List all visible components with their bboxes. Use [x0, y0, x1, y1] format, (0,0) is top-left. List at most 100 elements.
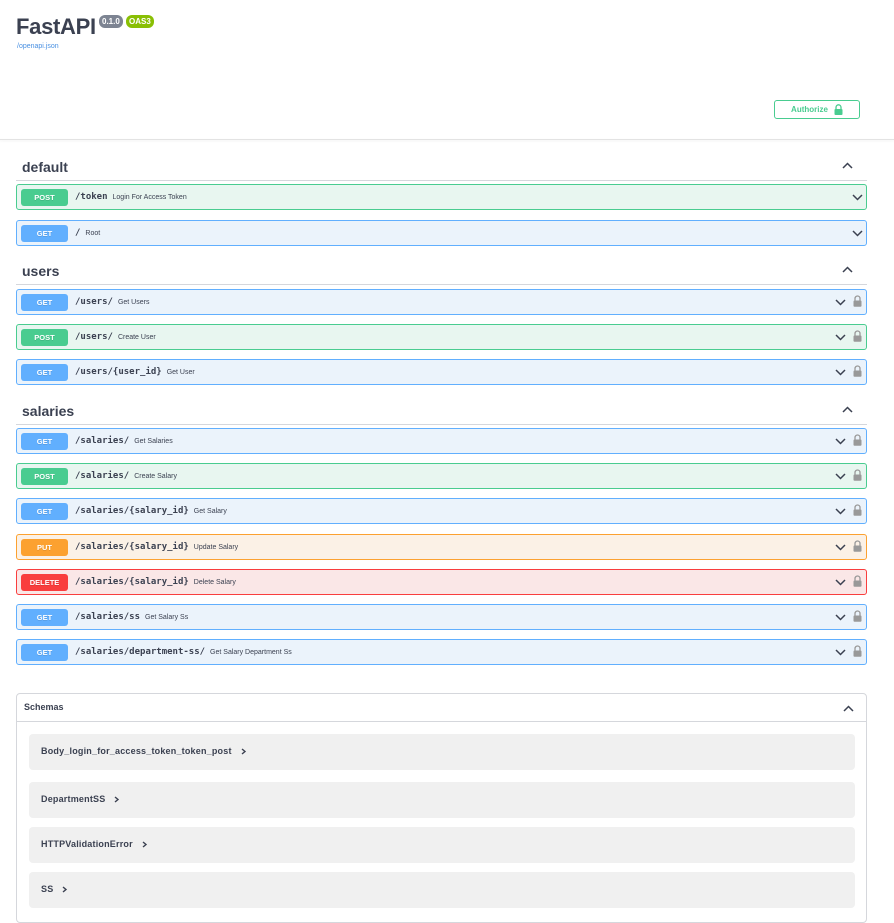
operation-get[interactable]: GET / Root — [16, 220, 867, 246]
method-badge: POST — [21, 189, 68, 206]
header-divider — [0, 139, 894, 140]
chevron-up-icon — [842, 162, 853, 169]
chevron-up-icon — [843, 705, 854, 712]
lock-icon[interactable] — [853, 504, 862, 516]
operation-summary: Get Salaries — [134, 438, 173, 445]
lock-icon — [834, 104, 843, 115]
method-badge: PUT — [21, 539, 68, 556]
chevron-right-icon — [241, 748, 246, 755]
method-badge: GET — [21, 609, 68, 626]
tag-salaries[interactable]: salaries — [16, 396, 867, 425]
operation-post[interactable]: POST/users/Create User — [16, 324, 867, 350]
operation-summary: Get Salary Department Ss — [210, 649, 292, 656]
lock-icon[interactable] — [853, 575, 862, 587]
lock-icon[interactable] — [853, 365, 862, 377]
operation-path: /users/{user_id} Get User — [75, 367, 195, 377]
chevron-down-icon[interactable] — [835, 578, 846, 586]
chevron-down-icon[interactable] — [835, 648, 846, 656]
method-badge: GET — [21, 433, 68, 450]
lock-icon[interactable] — [853, 610, 862, 622]
operation-summary: Get Users — [117, 299, 150, 306]
chevron-down-icon[interactable] — [835, 507, 846, 515]
operation-get[interactable]: GET/salaries/{salary_id} Get Salary — [16, 498, 867, 524]
operation-path: /token Login For Access Token — [75, 192, 187, 202]
schemas-title: Schemas — [24, 702, 64, 712]
operation-summary: Delete Salary — [193, 579, 236, 586]
authorize-label: Authorize — [791, 105, 828, 114]
version-badge: 0.1.0 — [99, 15, 123, 28]
schema-model[interactable]: DepartmentSS — [29, 782, 855, 818]
operation-path: /salaries/{salary_id} Get Salary — [75, 506, 227, 516]
operation-path: /salaries/{salary_id} Update Salary — [75, 542, 239, 552]
operation-post[interactable]: POST/salaries/Create Salary — [16, 463, 867, 489]
chevron-down-icon[interactable] — [835, 368, 846, 376]
schema-model-name: DepartmentSS — [41, 794, 120, 804]
lock-icon[interactable] — [853, 330, 862, 342]
schema-model[interactable]: HTTPValidationError — [29, 827, 855, 863]
lock-icon[interactable] — [853, 434, 862, 446]
operation-summary: Create Salary — [134, 473, 177, 480]
operation-get[interactable]: GET/salaries/department-ss/Get Salary De… — [16, 639, 867, 665]
chevron-down-icon[interactable] — [852, 229, 863, 237]
schema-model-name: SS — [41, 884, 68, 894]
operation-get[interactable]: GET/salaries/ss Get Salary Ss — [16, 604, 867, 630]
operation-path: /salaries/{salary_id} Delete Salary — [75, 577, 236, 587]
chevron-down-icon[interactable] — [835, 472, 846, 480]
chevron-down-icon[interactable] — [835, 333, 846, 341]
chevron-right-icon — [114, 796, 120, 803]
chevron-down-icon[interactable] — [852, 193, 863, 201]
openapi-json-link[interactable]: /openapi.json — [17, 43, 59, 50]
schema-model[interactable]: Body_login_for_access_token_token_post — [29, 734, 855, 770]
operation-summary: Create User — [117, 334, 156, 341]
method-badge: GET — [21, 503, 68, 520]
method-badge: GET — [21, 364, 68, 381]
method-badge: POST — [21, 329, 68, 346]
chevron-up-icon — [842, 266, 853, 273]
operation-post[interactable]: POST/token Login For Access Token — [16, 184, 867, 210]
operation-get[interactable]: GET/salaries/Get Salaries — [16, 428, 867, 454]
api-title: FastAPI — [16, 14, 96, 39]
operation-summary: Login For Access Token — [112, 194, 187, 201]
schema-model-name: HTTPValidationError — [41, 839, 148, 849]
method-badge: DELETE — [21, 574, 68, 591]
tag-default[interactable]: default — [16, 152, 867, 181]
operation-path: / Root — [75, 228, 101, 238]
method-badge: GET — [21, 644, 68, 661]
chevron-down-icon[interactable] — [835, 613, 846, 621]
operation-put[interactable]: PUT/salaries/{salary_id} Update Salary — [16, 534, 867, 560]
chevron-down-icon[interactable] — [835, 437, 846, 445]
method-badge: POST — [21, 468, 68, 485]
operation-path: /salaries/Create Salary — [75, 471, 177, 481]
lock-icon[interactable] — [853, 645, 862, 657]
schema-model[interactable]: SS — [29, 872, 855, 908]
operation-path: /users/Get Users — [75, 297, 150, 307]
chevron-up-icon — [842, 406, 853, 413]
tag-name: users — [22, 263, 60, 279]
chevron-right-icon — [62, 886, 68, 893]
schema-model-name: Body_login_for_access_token_token_post — [41, 746, 247, 756]
lock-icon[interactable] — [853, 540, 862, 552]
operation-delete[interactable]: DELETE/salaries/{salary_id} Delete Salary — [16, 569, 867, 595]
method-badge: GET — [21, 294, 68, 311]
lock-icon[interactable] — [853, 295, 862, 307]
operation-summary: Update Salary — [193, 544, 239, 551]
operation-summary: Get Salary Ss — [145, 614, 189, 621]
operation-summary: Get Salary — [193, 508, 227, 515]
operation-summary: Get User — [166, 369, 195, 376]
oas-badge: OAS3 — [126, 15, 154, 28]
tag-users[interactable]: users — [16, 256, 867, 285]
operation-get[interactable]: GET/users/Get Users — [16, 289, 867, 315]
operation-path: /salaries/ss Get Salary Ss — [75, 612, 189, 622]
operation-path: /salaries/Get Salaries — [75, 436, 173, 446]
operation-get[interactable]: GET/users/{user_id} Get User — [16, 359, 867, 385]
chevron-down-icon[interactable] — [835, 298, 846, 306]
chevron-right-icon — [142, 841, 147, 848]
operation-path: /salaries/department-ss/Get Salary Depar… — [75, 647, 292, 657]
schemas-header[interactable]: Schemas — [17, 694, 866, 722]
schemas-section: Schemas Body_login_for_access_token_toke… — [16, 693, 867, 923]
tag-name: default — [22, 159, 68, 175]
tag-name: salaries — [22, 403, 75, 419]
authorize-button[interactable]: Authorize — [774, 100, 860, 119]
chevron-down-icon[interactable] — [835, 543, 846, 551]
lock-icon[interactable] — [853, 469, 862, 481]
